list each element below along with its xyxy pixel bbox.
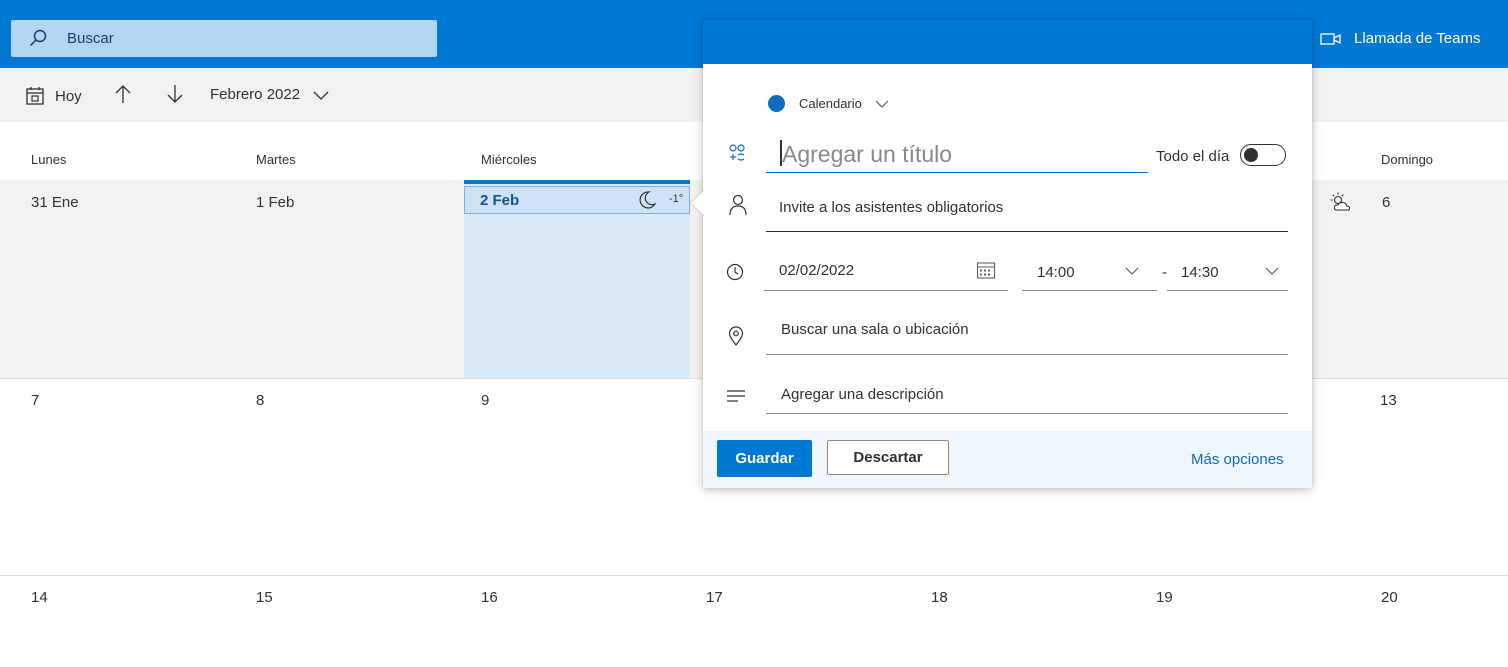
popup-header — [703, 20, 1312, 64]
day-number: 7 — [31, 392, 40, 409]
month-picker[interactable]: Febrero 2022 — [210, 86, 330, 103]
today-label: Hoy — [55, 87, 82, 105]
attendees-input[interactable]: Invite a los asistentes obligatorios — [766, 190, 1288, 232]
start-time-select[interactable]: 14:00 — [1022, 254, 1157, 291]
chevron-down-icon — [1125, 267, 1139, 275]
arrow-down-icon[interactable] — [166, 84, 184, 104]
day-cell[interactable]: 20 — [1350, 575, 1508, 667]
dayname-wednesday: Miércoles — [481, 152, 537, 167]
day-number: 17 — [706, 589, 723, 606]
today-button[interactable]: Hoy — [25, 86, 82, 106]
popup-pointer — [689, 190, 705, 216]
calendar-today-icon — [26, 87, 44, 105]
day-number: 9 — [481, 392, 490, 409]
day-number: 8 — [256, 392, 265, 409]
day-number: 16 — [481, 589, 498, 606]
today-indicator — [464, 180, 690, 184]
search-box[interactable]: Buscar — [11, 20, 437, 57]
teams-call-label: Llamada de Teams — [1354, 30, 1481, 47]
video-icon — [1320, 32, 1341, 45]
day-cell[interactable]: 19 — [1125, 575, 1350, 667]
partly-sunny-icon — [1330, 192, 1351, 211]
all-day-toggle[interactable] — [1240, 144, 1286, 166]
description-input[interactable]: Agregar una descripción — [766, 378, 1288, 414]
day-number: 15 — [256, 589, 273, 606]
date-value: 02/02/2022 — [779, 262, 855, 279]
day-cell[interactable]: 7 — [0, 378, 225, 576]
dayname-monday: Lunes — [31, 152, 67, 167]
day-cell[interactable]: 16 — [450, 575, 675, 667]
day-number: 18 — [931, 589, 948, 606]
today-label-box: 2 Feb -1° — [464, 186, 690, 214]
search-icon — [30, 29, 47, 46]
more-options-link[interactable]: Más opciones — [1191, 451, 1284, 468]
end-time-value: 14:30 — [1181, 264, 1219, 281]
save-button[interactable]: Guardar — [717, 440, 812, 477]
day-number: 31 Ene — [31, 194, 79, 211]
dayname-tuesday: Martes — [256, 152, 296, 167]
month-label: Febrero 2022 — [210, 86, 301, 103]
day-cell[interactable]: 31 Ene — [0, 180, 225, 379]
day-number: 20 — [1381, 589, 1398, 606]
person-icon — [729, 194, 747, 216]
chevron-down-icon — [875, 100, 889, 108]
day-number: 19 — [1156, 589, 1173, 606]
dayname-sunday: Domingo — [1381, 152, 1434, 167]
day-number: 14 — [31, 589, 48, 606]
teams-call-button[interactable]: Llamada de Teams — [1320, 30, 1480, 47]
search-label: Buscar — [67, 30, 114, 47]
location-input[interactable]: Buscar una sala o ubicación — [766, 313, 1288, 355]
chevron-down-icon — [313, 91, 329, 100]
moon-icon — [639, 191, 657, 209]
title-placeholder: Agregar un título — [782, 141, 953, 167]
day-cell[interactable]: 18 — [900, 575, 1125, 667]
calendar-color-dot — [768, 95, 785, 112]
calendar-label: Calendario — [799, 96, 862, 111]
day-cell[interactable]: 9 — [450, 378, 690, 576]
new-event-popup: Calendario Agregar un título Todo el día… — [703, 20, 1312, 488]
toggle-knob — [1244, 147, 1258, 162]
title-input[interactable]: Agregar un título — [766, 136, 1148, 173]
day-number: 13 — [1380, 392, 1397, 409]
description-icon — [727, 390, 745, 402]
date-picker[interactable]: 02/02/2022 — [764, 254, 1008, 291]
all-day-label: Todo el día — [1156, 148, 1230, 165]
calendar-icon — [976, 262, 996, 279]
event-type-icon — [729, 144, 745, 161]
chevron-down-icon — [1265, 267, 1279, 275]
day-number: 1 Feb — [256, 194, 295, 211]
calendar-selector[interactable]: Calendario — [768, 95, 890, 112]
day-cell[interactable]: 17 — [675, 575, 900, 667]
arrow-up-icon[interactable] — [114, 84, 132, 104]
today-header[interactable]: 2 Feb -1° — [464, 180, 690, 214]
attendees-placeholder: Invite a los asistentes obligatorios — [779, 199, 1004, 216]
description-placeholder: Agregar una descripción — [781, 386, 944, 403]
today-temperature: -1° — [669, 193, 684, 205]
day-cell[interactable]: 15 — [225, 575, 450, 667]
popup-footer: Guardar Descartar Más opciones — [703, 431, 1312, 488]
today-date: 2 Feb — [480, 192, 520, 209]
location-pin-icon — [728, 326, 744, 346]
start-time-value: 14:00 — [1037, 264, 1075, 281]
clock-icon — [726, 263, 744, 281]
location-placeholder: Buscar una sala o ubicación — [781, 321, 969, 338]
day-cell[interactable]: 14 — [0, 575, 225, 667]
day-number: 6 — [1382, 194, 1391, 211]
day-cell[interactable]: 8 — [225, 378, 450, 576]
day-cell[interactable]: 1 Feb — [225, 180, 464, 379]
discard-button[interactable]: Descartar — [827, 440, 949, 475]
end-time-select[interactable]: 14:30 — [1167, 254, 1288, 291]
